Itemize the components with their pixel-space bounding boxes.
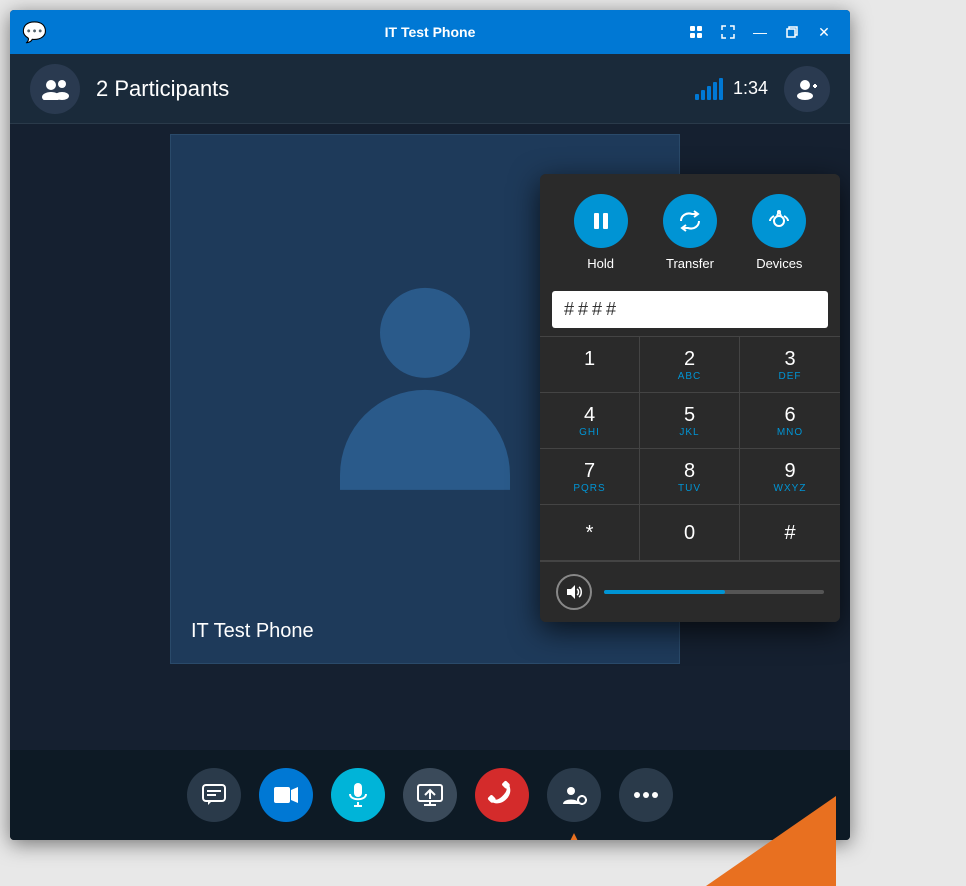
hangup-button[interactable] (464, 757, 540, 833)
call-name-overlay: IT Test Phone (191, 620, 314, 643)
transfer-icon-circle (663, 194, 717, 248)
hold-button[interactable]: Hold (574, 194, 628, 271)
key-5[interactable]: 5 JKL (640, 393, 740, 449)
fullscreen-button[interactable] (714, 18, 742, 46)
main-content: IT Test Phone Hold (10, 124, 850, 750)
dialpad-input[interactable] (552, 291, 828, 328)
volume-slider[interactable] (604, 590, 824, 594)
hold-label: Hold (587, 256, 614, 271)
mic-button[interactable] (331, 768, 385, 822)
key-6[interactable]: 6 MNO (740, 393, 840, 449)
more-options-button[interactable] (619, 768, 673, 822)
avatar-body (340, 390, 510, 490)
key-2[interactable]: 2 ABC (640, 337, 740, 393)
key-0[interactable]: 0 (640, 505, 740, 561)
dialpad-overlay: Hold Transfer (540, 174, 840, 622)
dialpad-grid: 1 2 ABC 3 DEF 4 GHI 5 JKL (540, 336, 840, 561)
transfer-button[interactable]: Transfer (663, 194, 717, 271)
skype-button[interactable] (682, 18, 710, 46)
cursor-indicator: ▲ (563, 828, 585, 840)
video-button[interactable] (259, 768, 313, 822)
title-bar: 💬 IT Test Phone — (10, 10, 850, 54)
key-8[interactable]: 8 TUV (640, 449, 740, 505)
transfer-label: Transfer (666, 256, 714, 271)
app-window: 💬 IT Test Phone — (10, 10, 850, 840)
window-title: IT Test Phone (385, 24, 476, 40)
devices-icon-circle (752, 194, 806, 248)
key-9[interactable]: 9 WXYZ (740, 449, 840, 505)
avatar-head (380, 288, 470, 378)
title-bar-controls: — ✕ (682, 18, 838, 46)
skype-icon: 💬 (22, 20, 47, 45)
person-gear-button[interactable] (547, 768, 601, 822)
restore-button[interactable] (778, 18, 806, 46)
title-bar-left: 💬 (22, 20, 47, 45)
call-timer: 1:34 (733, 78, 768, 99)
add-participant-button[interactable] (784, 66, 830, 112)
screen-share-button[interactable] (403, 768, 457, 822)
volume-button[interactable] (556, 574, 592, 610)
chat-button[interactable] (187, 768, 241, 822)
key-hash[interactable]: # (740, 505, 840, 561)
header-bar: 2 Participants 1:34 (10, 54, 850, 124)
key-4[interactable]: 4 GHI (540, 393, 640, 449)
participants-label: 2 Participants (96, 76, 695, 102)
orange-decoration (706, 796, 836, 886)
participants-icon (30, 64, 80, 114)
dialpad-top-buttons: Hold Transfer (540, 174, 840, 283)
close-button[interactable]: ✕ (810, 18, 838, 46)
person-gear-wrapper: ▲ (547, 768, 601, 822)
minimize-button[interactable]: — (746, 18, 774, 46)
key-1[interactable]: 1 (540, 337, 640, 393)
signal-bars (695, 78, 723, 100)
key-3[interactable]: 3 DEF (740, 337, 840, 393)
devices-label: Devices (756, 256, 802, 271)
devices-button[interactable]: Devices (752, 194, 806, 271)
volume-control (540, 561, 840, 622)
key-7[interactable]: 7 PQRS (540, 449, 640, 505)
hold-icon-circle (574, 194, 628, 248)
avatar-container (340, 288, 510, 490)
key-star[interactable]: * (540, 505, 640, 561)
volume-fill (604, 590, 725, 594)
